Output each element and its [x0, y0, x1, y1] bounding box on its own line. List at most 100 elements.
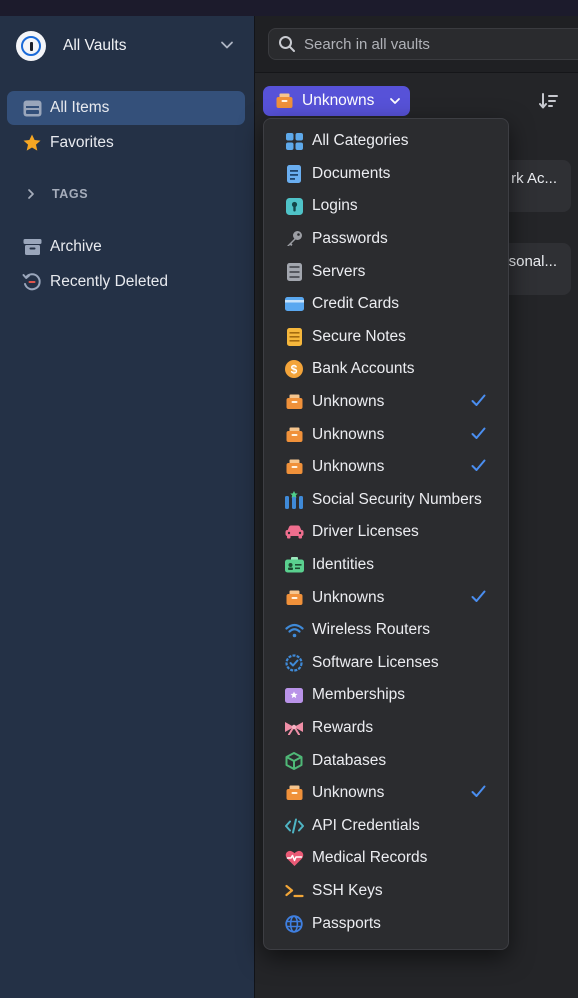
credit-card-icon [284, 294, 304, 314]
all-items-icon [22, 98, 42, 118]
box-icon [284, 783, 304, 803]
grid-icon [284, 131, 304, 151]
menu-item-label: Documents [312, 165, 391, 182]
menu-item-driver-licenses[interactable]: Driver Licenses [264, 516, 508, 548]
checkmark-icon [471, 427, 486, 440]
menu-item-label: Credit Cards [312, 295, 399, 312]
menu-item-unknowns[interactable]: Unknowns [264, 386, 508, 418]
star-icon [22, 133, 42, 153]
menu-item-label: Unknowns [312, 784, 385, 801]
app-logo-icon [16, 31, 46, 61]
tags-label: TAGS [52, 187, 89, 201]
menu-item-all-categories[interactable]: All Categories [264, 125, 508, 157]
sort-button[interactable] [539, 92, 559, 110]
box-icon [284, 457, 304, 477]
keyhole-icon [284, 196, 304, 216]
search-input[interactable] [304, 35, 544, 53]
heart-pulse-icon [284, 848, 304, 868]
menu-item-rewards[interactable]: Rewards [264, 712, 508, 744]
menu-item-ssh-keys[interactable]: SSH Keys [264, 875, 508, 907]
menu-item-label: Identities [312, 556, 375, 573]
code-icon [284, 816, 304, 836]
search-field[interactable] [268, 28, 578, 60]
sidebar-item-recently-deleted[interactable]: Recently Deleted [7, 265, 245, 299]
menu-item-label: Unknowns [312, 589, 385, 606]
note-icon [284, 327, 304, 347]
document-icon [284, 164, 304, 184]
search-icon [278, 35, 296, 53]
box-icon [276, 93, 293, 109]
box-icon [284, 425, 304, 445]
sidebar-item-label: Recently Deleted [50, 273, 169, 290]
menu-item-secure-notes[interactable]: Secure Notes [264, 321, 508, 353]
menu-item-unknowns[interactable]: Unknowns [264, 777, 508, 809]
vault-name: All Vaults [63, 37, 127, 54]
sidebar-item-label: Favorites [50, 134, 114, 151]
menu-item-servers[interactable]: Servers [264, 256, 508, 288]
sidebar-item-label: Archive [50, 238, 102, 255]
menu-item-label: Medical Records [312, 849, 428, 866]
ssn-icon [284, 490, 304, 510]
tags-section-header[interactable]: TAGS [26, 187, 88, 201]
menu-item-label: Driver Licenses [312, 523, 419, 540]
search-bar [255, 16, 578, 73]
badge-icon [284, 653, 304, 673]
menu-item-label: Unknowns [312, 393, 385, 410]
menu-item-label: Servers [312, 263, 366, 280]
svg-text:$: $ [291, 363, 298, 377]
menu-item-identities[interactable]: Identities [264, 549, 508, 581]
dollar-icon: $ [284, 359, 304, 379]
category-filter-button[interactable]: Unknowns [263, 86, 410, 116]
menu-item-label: Rewards [312, 719, 374, 736]
sidebar-item-all-items[interactable]: All Items [7, 91, 245, 125]
menu-item-social-security-numbers[interactable]: Social Security Numbers [264, 484, 508, 516]
vault-selector[interactable]: All Vaults [16, 30, 238, 62]
sidebar: All Vaults All Items Favorites TAGS Arch… [0, 16, 255, 998]
chevron-down-icon [389, 95, 401, 107]
menu-item-documents[interactable]: Documents [264, 158, 508, 190]
menu-item-wireless-routers[interactable]: Wireless Routers [264, 614, 508, 646]
filter-label: Unknowns [302, 92, 375, 109]
chevron-down-icon [220, 38, 234, 57]
ribbon-icon [284, 718, 304, 738]
menu-item-bank-accounts[interactable]: $ Bank Accounts [264, 353, 508, 385]
menu-item-label: Software Licenses [312, 654, 439, 671]
menu-item-label: Logins [312, 197, 358, 214]
menu-item-unknowns[interactable]: Unknowns [264, 419, 508, 451]
menu-item-medical-records[interactable]: Medical Records [264, 842, 508, 874]
sidebar-item-favorites[interactable]: Favorites [7, 126, 245, 160]
menu-item-databases[interactable]: Databases [264, 745, 508, 777]
server-icon [284, 262, 304, 282]
checkmark-icon [471, 590, 486, 603]
menu-item-unknowns[interactable]: Unknowns [264, 451, 508, 483]
membership-icon [284, 685, 304, 705]
sort-icon [539, 92, 559, 110]
menu-item-memberships[interactable]: Memberships [264, 679, 508, 711]
sidebar-item-archive[interactable]: Archive [7, 230, 245, 264]
menu-item-label: Wireless Routers [312, 621, 430, 638]
menu-item-passwords[interactable]: Passwords [264, 223, 508, 255]
menu-item-passports[interactable]: Passports [264, 908, 508, 940]
menu-item-label: Bank Accounts [312, 360, 415, 377]
checkmark-icon [471, 394, 486, 407]
recently-deleted-icon [22, 272, 42, 292]
checkmark-icon [471, 785, 486, 798]
sidebar-item-label: All Items [50, 99, 110, 116]
menu-item-label: Memberships [312, 686, 406, 703]
menu-item-label: Databases [312, 752, 387, 769]
box-icon [284, 588, 304, 608]
menu-item-label: Unknowns [312, 458, 385, 475]
menu-item-unknowns[interactable]: Unknowns [264, 582, 508, 614]
menu-item-logins[interactable]: Logins [264, 190, 508, 222]
globe-icon [284, 914, 304, 934]
box-icon [284, 392, 304, 412]
menu-item-label: Passwords [312, 230, 388, 247]
menu-item-label: Passports [312, 915, 381, 932]
menu-item-credit-cards[interactable]: Credit Cards [264, 288, 508, 320]
menu-item-label: SSH Keys [312, 882, 383, 899]
menu-item-software-licenses[interactable]: Software Licenses [264, 647, 508, 679]
list-item-title: rk Ac... [511, 170, 557, 187]
menu-item-api-credentials[interactable]: API Credentials [264, 810, 508, 842]
cube-icon [284, 751, 304, 771]
terminal-icon [284, 881, 304, 901]
